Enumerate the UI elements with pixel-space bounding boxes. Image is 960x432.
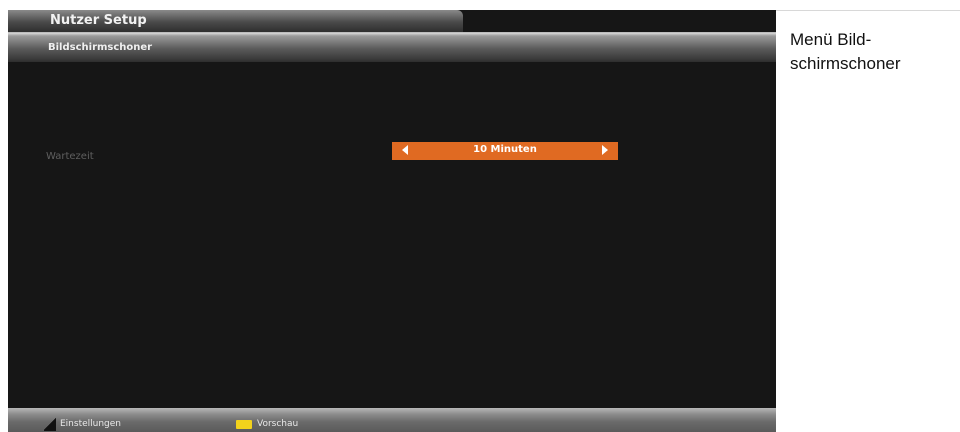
tv-screen: Nutzer Setup Bildschirmschoner Wartezeit… (8, 10, 776, 432)
chevron-right-icon[interactable] (602, 145, 608, 155)
preview-label: Vorschau (257, 419, 299, 429)
settings-key-icon (44, 417, 56, 431)
settings-hint[interactable]: Einstellungen (44, 416, 121, 432)
wait-time-value: 10 Minuten (473, 144, 537, 155)
yellow-key-icon (236, 419, 252, 429)
wait-time-selector[interactable]: 10 Minuten (392, 142, 618, 160)
preview-hint[interactable]: Vorschau (236, 416, 298, 432)
wait-time-label: Wartezeit (46, 151, 94, 162)
menu-caption: Menü Bild- schirmschoner (790, 28, 955, 76)
footer-bar: Einstellungen Vorschau (8, 408, 776, 432)
menu-header: Bildschirmschoner (8, 32, 776, 62)
window-title: Nutzer Setup (50, 13, 147, 28)
caption-line-2: schirmschoner (790, 54, 901, 73)
setup-tab: Nutzer Setup (8, 10, 463, 32)
caption-line-1: Menü Bild- (790, 30, 872, 49)
settings-label: Einstellungen (60, 419, 122, 429)
menu-title: Bildschirmschoner (48, 42, 153, 53)
